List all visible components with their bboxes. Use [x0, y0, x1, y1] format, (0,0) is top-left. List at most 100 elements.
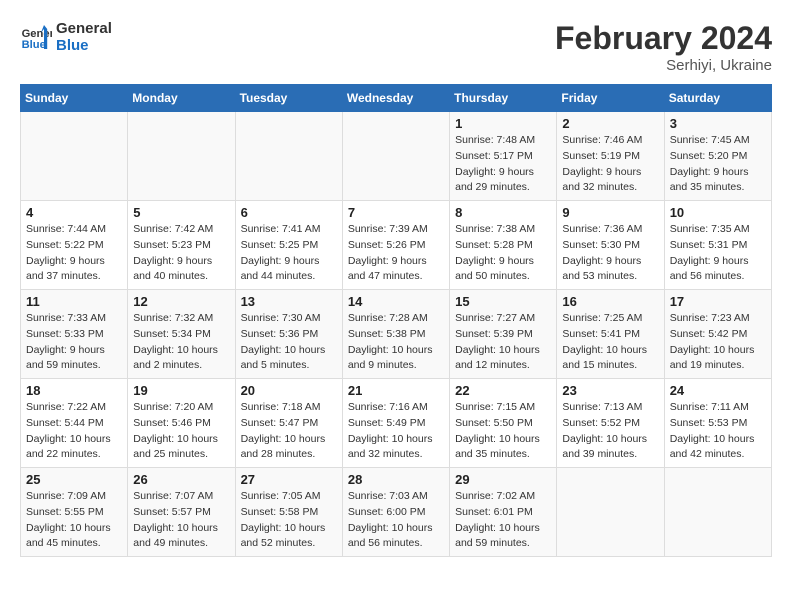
table-row: 18 Sunrise: 7:22 AMSunset: 5:44 PMDayligh…	[21, 379, 128, 468]
day-number: 22	[455, 383, 551, 398]
day-number: 20	[241, 383, 337, 398]
day-detail: Sunrise: 7:20 AMSunset: 5:46 PMDaylight:…	[133, 400, 229, 463]
day-number: 13	[241, 294, 337, 309]
table-row: 17Sunrise: 7:23 AMSunset: 5:42 PMDayligh…	[664, 290, 771, 379]
table-row: 28 Sunrise: 7:03 AMSunset: 6:00 PMDayligh…	[342, 468, 449, 557]
day-detail: Sunrise: 7:28 AMSunset: 5:38 PMDaylight:…	[348, 311, 444, 374]
table-row: 12Sunrise: 7:32 AMSunset: 5:34 PMDayligh…	[128, 290, 235, 379]
calendar-table: Sunday Monday Tuesday Wednesday Thursday…	[20, 84, 772, 557]
day-detail: Sunrise: 7:30 AMSunset: 5:36 PMDaylight:…	[241, 311, 337, 374]
day-number: 14	[348, 294, 444, 309]
table-row	[557, 468, 664, 557]
table-row: 19Sunrise: 7:20 AMSunset: 5:46 PMDayligh…	[128, 379, 235, 468]
day-number: 27	[241, 472, 337, 487]
day-detail: Sunrise: 7:35 AMSunset: 5:31 PMDaylight:…	[670, 222, 766, 285]
table-row: 6 Sunrise: 7:41 AMSunset: 5:25 PMDaylight…	[235, 201, 342, 290]
day-number: 1	[455, 116, 551, 131]
table-row: 13 Sunrise: 7:30 AMSunset: 5:36 PMDayligh…	[235, 290, 342, 379]
day-number: 25	[26, 472, 122, 487]
table-row: 11 Sunrise: 7:33 AMSunset: 5:33 PMDayligh…	[21, 290, 128, 379]
day-detail: Sunrise: 7:22 AMSunset: 5:44 PMDaylight:…	[26, 400, 122, 463]
col-friday: Friday	[557, 85, 664, 112]
day-detail: Sunrise: 7:27 AMSunset: 5:39 PMDaylight:…	[455, 311, 551, 374]
day-number: 28	[348, 472, 444, 487]
day-number: 24	[670, 383, 766, 398]
day-detail: Sunrise: 7:39 AMSunset: 5:26 PMDaylight:…	[348, 222, 444, 285]
table-row	[128, 112, 235, 201]
col-monday: Monday	[128, 85, 235, 112]
table-row: 21Sunrise: 7:16 AMSunset: 5:49 PMDayligh…	[342, 379, 449, 468]
day-detail: Sunrise: 7:36 AMSunset: 5:30 PMDaylight:…	[562, 222, 658, 285]
day-number: 8	[455, 205, 551, 220]
table-row: 5 Sunrise: 7:42 AMSunset: 5:23 PMDaylight…	[128, 201, 235, 290]
table-row: 8 Sunrise: 7:38 AMSunset: 5:28 PMDaylight…	[450, 201, 557, 290]
day-detail: Sunrise: 7:33 AMSunset: 5:33 PMDaylight:…	[26, 311, 122, 374]
table-row: 20Sunrise: 7:18 AMSunset: 5:47 PMDayligh…	[235, 379, 342, 468]
table-row: 27Sunrise: 7:05 AMSunset: 5:58 PMDayligh…	[235, 468, 342, 557]
title-area: February 2024 Serhiyi, Ukraine	[555, 20, 772, 74]
day-detail: Sunrise: 7:45 AMSunset: 5:20 PMDaylight:…	[670, 133, 766, 196]
page-header: General Blue General Blue February 2024 …	[20, 20, 772, 74]
col-tuesday: Tuesday	[235, 85, 342, 112]
calendar-week-row: 11 Sunrise: 7:33 AMSunset: 5:33 PMDayligh…	[21, 290, 772, 379]
day-number: 2	[562, 116, 658, 131]
logo: General Blue General Blue	[20, 20, 112, 54]
calendar-week-row: 1 Sunrise: 7:48 AMSunset: 5:17 PMDaylight…	[21, 112, 772, 201]
table-row: 1 Sunrise: 7:48 AMSunset: 5:17 PMDaylight…	[450, 112, 557, 201]
table-row	[235, 112, 342, 201]
calendar-week-row: 4 Sunrise: 7:44 AMSunset: 5:22 PMDaylight…	[21, 201, 772, 290]
day-number: 11	[26, 294, 122, 309]
day-detail: Sunrise: 7:02 AMSunset: 6:01 PMDaylight:…	[455, 489, 551, 552]
calendar-week-row: 18 Sunrise: 7:22 AMSunset: 5:44 PMDayligh…	[21, 379, 772, 468]
day-detail: Sunrise: 7:32 AMSunset: 5:34 PMDaylight:…	[133, 311, 229, 374]
svg-text:General: General	[22, 28, 52, 40]
day-number: 16	[562, 294, 658, 309]
day-detail: Sunrise: 7:46 AMSunset: 5:19 PMDaylight:…	[562, 133, 658, 196]
day-detail: Sunrise: 7:42 AMSunset: 5:23 PMDaylight:…	[133, 222, 229, 285]
table-row: 15 Sunrise: 7:27 AMSunset: 5:39 PMDayligh…	[450, 290, 557, 379]
col-saturday: Saturday	[664, 85, 771, 112]
table-row: 7Sunrise: 7:39 AMSunset: 5:26 PMDaylight…	[342, 201, 449, 290]
day-detail: Sunrise: 7:07 AMSunset: 5:57 PMDaylight:…	[133, 489, 229, 552]
table-row: 29 Sunrise: 7:02 AMSunset: 6:01 PMDayligh…	[450, 468, 557, 557]
day-number: 18	[26, 383, 122, 398]
table-row: 24 Sunrise: 7:11 AMSunset: 5:53 PMDayligh…	[664, 379, 771, 468]
calendar-week-row: 25 Sunrise: 7:09 AMSunset: 5:55 PMDayligh…	[21, 468, 772, 557]
table-row: 4 Sunrise: 7:44 AMSunset: 5:22 PMDaylight…	[21, 201, 128, 290]
day-number: 6	[241, 205, 337, 220]
day-detail: Sunrise: 7:09 AMSunset: 5:55 PMDaylight:…	[26, 489, 122, 552]
svg-text:Blue: Blue	[22, 39, 46, 51]
day-number: 17	[670, 294, 766, 309]
table-row	[342, 112, 449, 201]
logo-general: General	[56, 20, 112, 37]
day-number: 29	[455, 472, 551, 487]
day-detail: Sunrise: 7:44 AMSunset: 5:22 PMDaylight:…	[26, 222, 122, 285]
day-detail: Sunrise: 7:25 AMSunset: 5:41 PMDaylight:…	[562, 311, 658, 374]
table-row: 23Sunrise: 7:13 AMSunset: 5:52 PMDayligh…	[557, 379, 664, 468]
table-row	[664, 468, 771, 557]
day-detail: Sunrise: 7:38 AMSunset: 5:28 PMDaylight:…	[455, 222, 551, 285]
table-row: 14 Sunrise: 7:28 AMSunset: 5:38 PMDayligh…	[342, 290, 449, 379]
col-thursday: Thursday	[450, 85, 557, 112]
day-detail: Sunrise: 7:03 AMSunset: 6:00 PMDaylight:…	[348, 489, 444, 552]
day-number: 15	[455, 294, 551, 309]
table-row	[21, 112, 128, 201]
day-number: 4	[26, 205, 122, 220]
day-number: 3	[670, 116, 766, 131]
col-sunday: Sunday	[21, 85, 128, 112]
day-number: 5	[133, 205, 229, 220]
table-row: 16 Sunrise: 7:25 AMSunset: 5:41 PMDayligh…	[557, 290, 664, 379]
day-number: 10	[670, 205, 766, 220]
day-detail: Sunrise: 7:15 AMSunset: 5:50 PMDaylight:…	[455, 400, 551, 463]
table-row: 3 Sunrise: 7:45 AMSunset: 5:20 PMDaylight…	[664, 112, 771, 201]
table-row: 25 Sunrise: 7:09 AMSunset: 5:55 PMDayligh…	[21, 468, 128, 557]
day-number: 23	[562, 383, 658, 398]
calendar-header-row: Sunday Monday Tuesday Wednesday Thursday…	[21, 85, 772, 112]
logo-blue: Blue	[56, 37, 112, 54]
day-number: 9	[562, 205, 658, 220]
table-row: 10 Sunrise: 7:35 AMSunset: 5:31 PMDayligh…	[664, 201, 771, 290]
day-detail: Sunrise: 7:41 AMSunset: 5:25 PMDaylight:…	[241, 222, 337, 285]
day-detail: Sunrise: 7:48 AMSunset: 5:17 PMDaylight:…	[455, 133, 551, 196]
day-number: 26	[133, 472, 229, 487]
day-detail: Sunrise: 7:11 AMSunset: 5:53 PMDaylight:…	[670, 400, 766, 463]
